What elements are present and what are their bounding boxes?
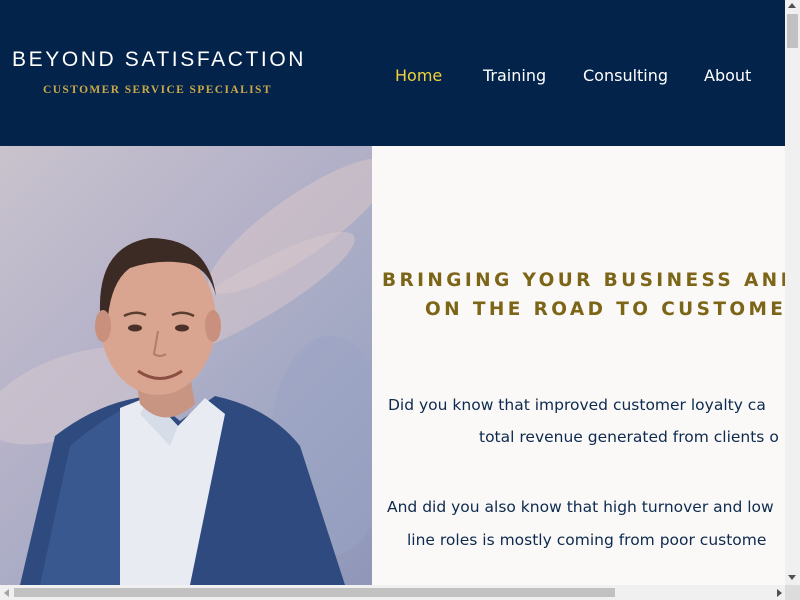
portrait-illustration <box>0 158 372 585</box>
nav-item-consulting[interactable]: Consulting <box>583 66 668 85</box>
nav-item-training[interactable]: Training <box>483 66 546 85</box>
hero-paragraph-2-line2: line roles is mostly coming from poor cu… <box>407 531 767 549</box>
hero-headline: BRINGING YOUR BUSINESS AND ON THE ROAD T… <box>382 266 785 324</box>
vertical-scroll-thumb[interactable] <box>787 14 798 48</box>
hero-paragraph-1-line2: total revenue generated from clients o <box>479 428 779 446</box>
scrollbar-corner <box>785 585 800 600</box>
scroll-right-arrow-icon[interactable] <box>777 589 782 597</box>
vertical-scrollbar[interactable] <box>785 0 800 585</box>
hero-paragraph-2-line1: And did you also know that high turnover… <box>387 498 774 516</box>
hero-portrait-photo <box>0 146 372 585</box>
hero-content: BRINGING YOUR BUSINESS AND ON THE ROAD T… <box>372 146 785 585</box>
site-header: BEYOND SATISFACTION CUSTOMER SERVICE SPE… <box>0 0 785 146</box>
main-nav: Home Training Consulting About <box>0 66 785 88</box>
scroll-down-arrow-icon[interactable] <box>788 575 796 580</box>
hero-headline-line2: ON THE ROAD TO CUSTOMER <box>425 299 785 320</box>
hero-paragraph-1-line1: Did you know that improved customer loya… <box>388 396 766 414</box>
horizontal-scroll-thumb[interactable] <box>14 588 615 597</box>
scroll-up-arrow-icon[interactable] <box>788 3 796 8</box>
nav-item-about[interactable]: About <box>704 66 751 85</box>
horizontal-scrollbar[interactable] <box>0 585 800 600</box>
nav-item-home[interactable]: Home <box>395 66 442 85</box>
scroll-left-arrow-icon[interactable] <box>4 589 9 597</box>
hero-headline-line1: BRINGING YOUR BUSINESS AND <box>382 270 785 291</box>
